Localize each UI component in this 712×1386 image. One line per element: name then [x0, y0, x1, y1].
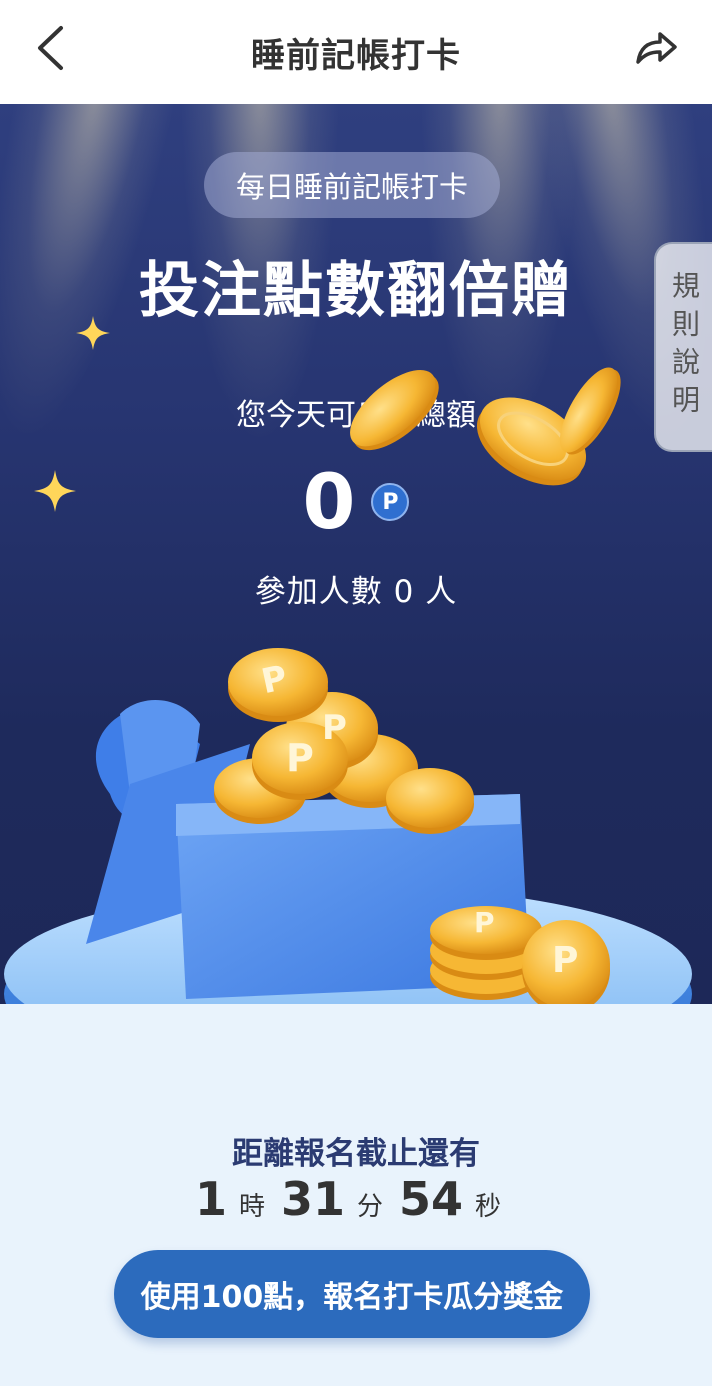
countdown-seconds: 54	[399, 1172, 464, 1226]
share-button[interactable]	[632, 28, 680, 68]
countdown-timer: 1 時 31 分 54 秒	[0, 1172, 712, 1226]
rules-tab-label: 規則說明	[668, 271, 701, 423]
coin-p-label: P	[474, 906, 495, 939]
back-button[interactable]	[30, 24, 70, 72]
countdown-hours: 1	[194, 1172, 227, 1226]
page: 睡前記帳打卡 每日睡前記帳打卡 投注點數翻倍贈 您今天可瓜分總額 0 P 參加人…	[0, 0, 712, 1386]
countdown-seconds-unit: 秒	[475, 1192, 502, 1222]
top-bar: 睡前記帳打卡	[0, 0, 712, 104]
gift-box-illustration	[4, 648, 692, 1004]
countdown-minutes-unit: 分	[357, 1192, 384, 1222]
page-title: 睡前記帳打卡	[251, 35, 461, 76]
chevron-left-icon	[38, 26, 63, 70]
rules-tab[interactable]: 規則說明	[654, 242, 712, 452]
share-arrow-icon	[636, 32, 677, 64]
hero-banner: 每日睡前記帳打卡 投注點數翻倍贈 您今天可瓜分總額 0 P 參加人數 0 人	[0, 104, 712, 1004]
countdown-minutes: 31	[280, 1172, 345, 1226]
coin-p-label: P	[552, 940, 579, 981]
signup-button[interactable]: 使用100點，報名打卡瓜分獎金	[114, 1250, 590, 1338]
countdown-hours-unit: 時	[238, 1192, 265, 1222]
deadline-label: 距離報名截止還有	[232, 1136, 480, 1172]
coin-p-label: P	[286, 736, 314, 780]
coin-p-label: P	[322, 708, 347, 748]
